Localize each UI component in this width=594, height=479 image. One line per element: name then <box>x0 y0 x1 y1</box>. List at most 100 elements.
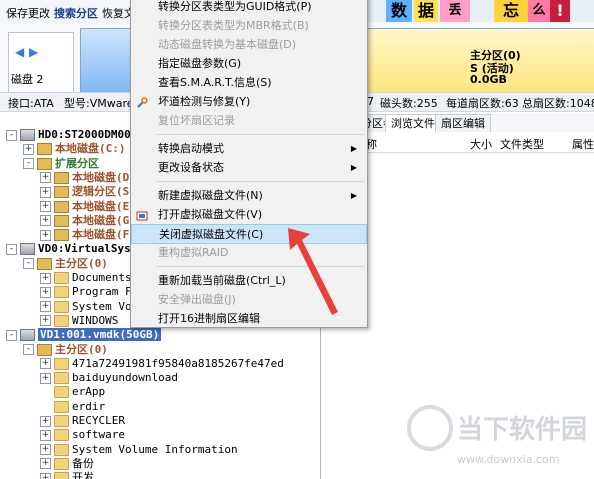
expand-icon[interactable]: + <box>40 286 51 298</box>
menu-item[interactable]: 新建虚拟磁盘文件(N) ▶ <box>131 186 367 206</box>
expand-icon[interactable]: + <box>40 372 51 384</box>
prev-disk-icon[interactable]: ◀ <box>15 45 24 59</box>
menu-item[interactable]: 查看S.M.A.R.T.信息(S) <box>131 73 367 93</box>
menu-item[interactable]: 指定磁盘参数(G) <box>131 54 367 74</box>
menu-item-label: 转换启动模式 <box>158 142 224 155</box>
expand-icon[interactable]: + <box>40 229 51 241</box>
tree-node-label: software <box>72 428 125 442</box>
tree-node[interactable]: + 本地磁盘(E <box>40 200 129 214</box>
tree-node[interactable]: + 备份 <box>40 457 94 471</box>
menu-item[interactable]: 坏道检测与修复(Y) <box>131 92 367 112</box>
collapse-icon[interactable]: - <box>23 344 34 355</box>
folder-icon <box>54 386 69 399</box>
menu-item-label: 转换分区表类型为MBR格式(B) <box>158 19 309 32</box>
expand-icon[interactable]: + <box>40 201 51 212</box>
col-type[interactable]: 文件类型 <box>500 136 544 152</box>
menu-separator <box>156 181 364 182</box>
tree-node-label: WINDOWS <box>72 313 119 327</box>
tree-node[interactable]: + 本地磁盘(F <box>40 228 129 242</box>
menu-item-label: 坏道检测与修复(Y) <box>158 95 251 108</box>
banner-tile: 数 <box>386 0 412 22</box>
tree-node[interactable]: + software <box>40 428 125 442</box>
tree-node[interactable]: - VD1:001.vmdk(50GB) <box>6 328 162 342</box>
expand-icon[interactable]: + <box>40 358 51 370</box>
disk-icon <box>20 243 35 256</box>
expand-icon[interactable]: + <box>40 186 51 198</box>
expand-icon[interactable]: + <box>40 458 51 470</box>
expand-icon[interactable]: + <box>23 143 34 155</box>
menu-item-label: 查看S.M.A.R.T.信息(S) <box>158 76 272 89</box>
collapse-icon[interactable]: - <box>23 258 34 270</box>
save-changes-button[interactable]: 保存更改 <box>6 5 50 21</box>
menu-item-label: 打开16进制扇区编辑 <box>158 312 260 325</box>
submenu-arrow-icon: ▶ <box>350 163 357 172</box>
expand-icon[interactable]: + <box>40 429 51 441</box>
expand-icon[interactable]: + <box>40 272 51 284</box>
tree-node[interactable]: erdir <box>40 400 105 414</box>
menu-item[interactable]: 转换启动模式 ▶ <box>131 139 367 159</box>
tree-node-label: 本地磁盘(C:) <box>55 142 126 156</box>
menu-item-label: 动态磁盘转换为基本磁盘(D) <box>158 38 297 51</box>
tree-node[interactable]: - 主分区(0) <box>23 343 108 357</box>
total-sectors-info: 总扇区数:10485 <box>522 97 594 110</box>
tree-node[interactable]: - 主分区(0) <box>23 257 108 271</box>
menu-item-label: 转换分区表类型为GUID格式(P) <box>158 0 312 13</box>
tree-node[interactable]: + 逻辑分区(S <box>40 185 129 199</box>
collapse-icon[interactable]: - <box>6 329 17 341</box>
menu-item[interactable]: 复位坏扇区记录 <box>131 111 367 131</box>
folder-icon <box>54 286 69 299</box>
tree-node-label: RECYCLER <box>72 414 125 427</box>
tree-node-label: baiduyundownload <box>72 371 178 385</box>
partition-icon <box>37 157 52 170</box>
tree-node[interactable]: + 本地磁盘(G <box>40 214 129 228</box>
col-attr[interactable]: 属性 <box>572 136 594 152</box>
expand-icon[interactable]: + <box>40 172 51 184</box>
partition-icon <box>54 214 69 227</box>
watermark-logo-icon <box>407 405 453 451</box>
tree-node[interactable]: + 开发 <box>40 471 94 479</box>
watermark-brand: 当下软件园 <box>457 415 588 445</box>
expand-icon[interactable]: + <box>40 444 51 456</box>
disk-icon <box>20 329 35 342</box>
collapse-icon[interactable]: - <box>6 243 17 255</box>
ad-banner[interactable]: 数 据 丢 忘 么 ! <box>360 0 594 22</box>
folder-icon <box>54 457 69 470</box>
tree-node-label: VD0:VirtualSys_ <box>38 242 138 256</box>
expand-icon[interactable]: + <box>40 315 51 327</box>
menu-item[interactable]: 转换分区表类型为MBR格式(B) <box>131 16 367 36</box>
tree-node[interactable]: + 本地磁盘(C:) <box>23 142 126 156</box>
heads-info: 磁头数:255 <box>380 97 438 110</box>
col-size[interactable]: 大小 <box>470 136 492 152</box>
expand-icon[interactable]: + <box>40 415 51 427</box>
expand-icon[interactable]: + <box>40 215 51 227</box>
search-partition-button[interactable]: 搜索分区 <box>54 5 98 21</box>
menu-item-label: 重构虚拟RAID <box>158 246 229 259</box>
collapse-icon[interactable]: - <box>23 158 34 170</box>
tree-node[interactable]: - 扩展分区 <box>23 157 99 171</box>
tree-node[interactable]: + 本地磁盘(D <box>40 171 129 185</box>
tree-node[interactable]: + WINDOWS <box>40 314 118 328</box>
partition-block[interactable]: 主分区(0) S (活动) 0.0GB <box>364 29 594 93</box>
tree-node[interactable]: erApp <box>40 385 105 399</box>
tree-node[interactable]: + RECYCLER <box>40 414 125 428</box>
tab-browse-files[interactable]: 浏览文件 <box>385 114 441 132</box>
expand-icon[interactable]: + <box>40 472 51 479</box>
tree-node[interactable]: - VD0:VirtualSys_ <box>6 242 137 256</box>
folder-icon <box>54 429 69 442</box>
collapse-icon[interactable]: - <box>6 129 17 141</box>
menu-item[interactable]: 动态磁盘转换为基本磁盘(D) <box>131 35 367 55</box>
tree-node[interactable]: + System Volume Information <box>40 443 238 457</box>
tree-node[interactable]: +471a72491981f95840a8185267fe47ed <box>40 357 284 371</box>
tree-node[interactable]: + baiduyundownload <box>40 371 178 385</box>
tree-node-label: erdir <box>72 399 106 413</box>
menu-item[interactable]: 更改设备状态 ▶ <box>131 158 367 178</box>
next-disk-icon[interactable]: ▶ <box>29 45 38 59</box>
menu-item[interactable]: 转换分区表类型为GUID格式(P) <box>131 0 367 17</box>
folder-icon <box>54 443 69 456</box>
expand-icon[interactable]: + <box>40 301 51 313</box>
wrench-icon <box>136 96 148 108</box>
sectors-per-track-info: 每道扇区数:63 <box>446 97 519 110</box>
tab-sector-editor[interactable]: 扇区编辑 <box>435 114 491 132</box>
tree-node[interactable]: - HD0:ST2000DM001 <box>6 128 137 142</box>
menu-separator <box>156 134 364 135</box>
